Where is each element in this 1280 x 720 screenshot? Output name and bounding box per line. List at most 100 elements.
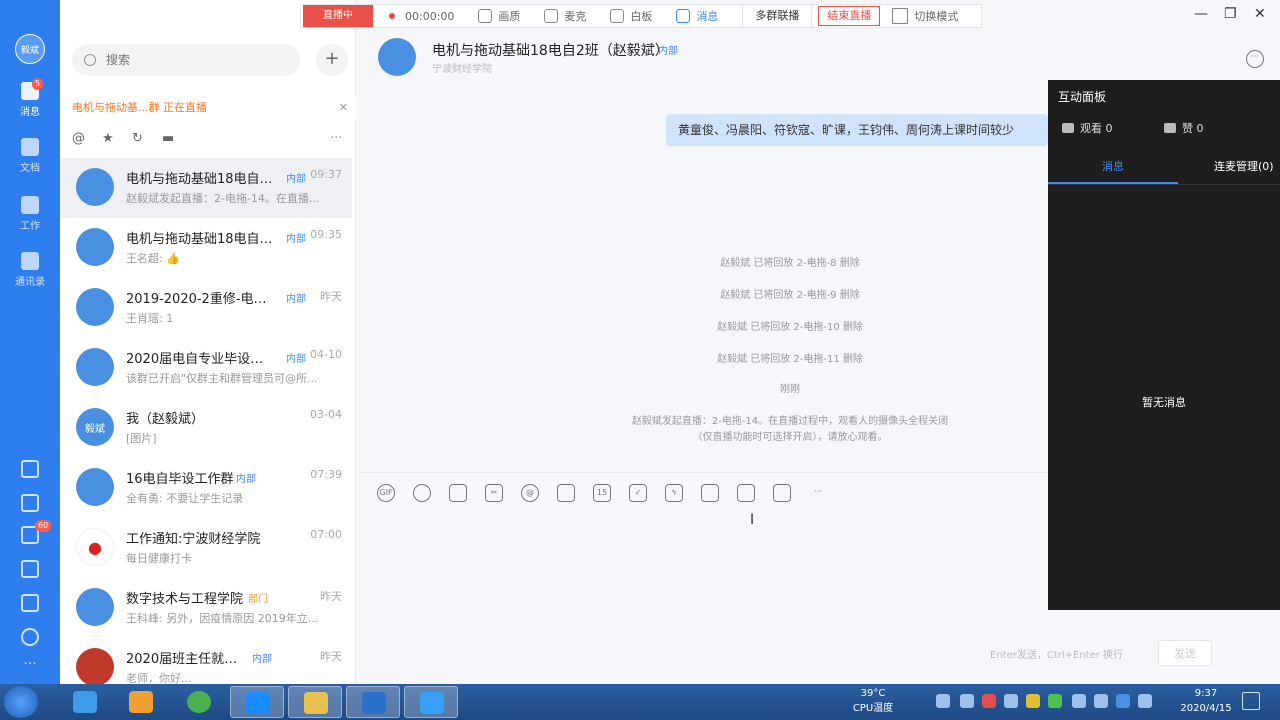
add-button[interactable]: + bbox=[316, 44, 348, 76]
send-button[interactable]: 发送 bbox=[1158, 640, 1212, 666]
taskbar-app-media[interactable] bbox=[114, 686, 168, 718]
conversation-name: 电机与拖动基础18电自2... bbox=[126, 172, 276, 187]
conversation-name: 2020届班主任就业群 bbox=[126, 652, 250, 667]
conversation-item[interactable]: 电机与拖动基础18电自1... 内部 09:35 王名超: 👍 bbox=[60, 218, 352, 278]
gif-icon[interactable]: GIF bbox=[377, 483, 395, 502]
taskbar-app-360[interactable] bbox=[172, 686, 226, 718]
conversation-time: 07:00 bbox=[310, 528, 342, 541]
end-live-button[interactable]: 结束直播 bbox=[818, 6, 881, 26]
folder-icon[interactable] bbox=[557, 483, 575, 502]
more-icon[interactable]: ··· bbox=[0, 656, 60, 672]
conversation-item[interactable]: ● 工作通知:宁波财经学院 07:00 每日健康打卡 bbox=[60, 518, 352, 578]
switch-mode-button[interactable]: 切换模式 bbox=[892, 8, 958, 24]
trash-icon[interactable]: ▬ bbox=[162, 132, 176, 146]
rail-item-work[interactable]: 工作 bbox=[0, 196, 60, 232]
likes-count: 赞 0 bbox=[1164, 120, 1204, 136]
rail-item-label: 工作 bbox=[20, 221, 40, 232]
conversation-preview: 该群已开启"仅群主和群管理员可@所... bbox=[126, 372, 318, 385]
messages-label: 消息 bbox=[696, 10, 719, 23]
mail-icon[interactable] bbox=[773, 483, 791, 502]
conversation-item[interactable]: 数字技术与工程学院 部门 昨天 王科峰: 另外，因疫情原因 2019年立... bbox=[60, 578, 352, 638]
conversation-name: 工作通知:宁波财经学院 bbox=[126, 532, 261, 547]
cpu-temp-label: CPU温度 bbox=[852, 703, 894, 714]
close-icon[interactable]: ✕ bbox=[339, 96, 348, 120]
quality-button[interactable]: 画质 bbox=[478, 8, 520, 24]
start-button[interactable] bbox=[4, 686, 38, 718]
user-avatar[interactable]: 毅斌 bbox=[15, 34, 45, 64]
scissors-icon[interactable]: ✂ bbox=[485, 483, 503, 502]
more-icon[interactable]: ··· bbox=[809, 484, 827, 502]
conversation-item[interactable]: 2019-2020-2重修-电机... 内部 昨天 王肖瑶: 1 bbox=[60, 278, 352, 338]
conversation-preview: 老师，你好... bbox=[126, 672, 192, 684]
conversation-item[interactable]: 16电自毕设工作群 内部 07:39 全有勇: 不要让学生记录 bbox=[60, 458, 352, 518]
taskbar-app-dingtalk[interactable] bbox=[230, 686, 284, 718]
rail-item-contacts[interactable]: 通讯录 bbox=[0, 252, 60, 288]
system-clock[interactable]: 9:37 2020/4/15 bbox=[1176, 686, 1236, 716]
taskbar-app-explorer[interactable] bbox=[288, 686, 342, 718]
live-notice-bar[interactable]: 电机与拖动基...群 正在直播 ✕ bbox=[60, 96, 356, 120]
system-message: 赵毅斌 已将回放 2-电拖-9 删除 bbox=[720, 290, 860, 301]
conversation-item[interactable]: 毅斌 我（赵毅斌） 03-04 [图片] bbox=[60, 398, 352, 458]
notification-icon[interactable] bbox=[1242, 692, 1260, 710]
empty-state: 暂无消息 bbox=[1142, 396, 1186, 409]
divider bbox=[1048, 184, 1280, 185]
mention-icon[interactable]: @ bbox=[72, 132, 86, 146]
multi-group-button[interactable]: 多群联播 bbox=[742, 5, 813, 27]
mic-button[interactable]: 麦克 bbox=[544, 8, 586, 24]
phone-icon[interactable] bbox=[21, 560, 39, 578]
conversation-time: 03-04 bbox=[310, 408, 342, 421]
group-avatar bbox=[76, 168, 114, 206]
network-icon[interactable] bbox=[1094, 694, 1108, 708]
todo-icon[interactable] bbox=[21, 494, 39, 512]
search-input[interactable] bbox=[106, 53, 276, 67]
tray-icon[interactable] bbox=[1026, 694, 1040, 708]
tab-mic-management[interactable]: 连麦管理(0) bbox=[1214, 158, 1274, 174]
chat-subtitle: 宁波财经学院 bbox=[432, 64, 492, 75]
conversation-tag: 部门 bbox=[248, 594, 268, 605]
lightning-icon[interactable]: ϟ bbox=[665, 483, 683, 502]
rail-item-docs[interactable]: 文档 bbox=[0, 138, 60, 174]
minimize-button[interactable]: — bbox=[1194, 6, 1208, 22]
group-avatar[interactable] bbox=[378, 38, 416, 76]
ding-icon[interactable]: 60 bbox=[21, 520, 52, 544]
rail-item-messages[interactable]: 消息 5 bbox=[0, 78, 60, 118]
tab-messages[interactable]: 消息 bbox=[1102, 158, 1124, 174]
taskbar-app-live[interactable] bbox=[404, 686, 458, 718]
maximize-button[interactable]: ❐ bbox=[1224, 6, 1237, 22]
settings-icon[interactable] bbox=[21, 628, 39, 646]
taskbar-app-ie[interactable] bbox=[58, 686, 112, 718]
live-video-icon[interactable] bbox=[737, 483, 755, 502]
volume-icon[interactable] bbox=[1138, 694, 1152, 708]
phone-icon[interactable] bbox=[701, 483, 719, 502]
conversation-item[interactable]: 2020届班主任就业群 内部 昨天 老师，你好... bbox=[60, 638, 352, 684]
thumbs-up-icon bbox=[1164, 123, 1176, 133]
conversation-item[interactable]: 电机与拖动基础18电自2... 内部 09:37 赵毅斌发起直播：2-电拖-14… bbox=[60, 158, 352, 218]
mention-icon[interactable]: @ bbox=[521, 483, 539, 502]
star-icon[interactable]: ★ bbox=[102, 132, 116, 146]
more-options-icon[interactable]: ··· bbox=[1246, 50, 1264, 68]
input-method-icon[interactable] bbox=[1116, 694, 1130, 708]
messages-button[interactable]: 消息 bbox=[676, 8, 718, 24]
tray-icon[interactable] bbox=[960, 694, 974, 708]
ding-badge: 60 bbox=[35, 520, 52, 532]
taskbar-app-word[interactable] bbox=[346, 686, 400, 718]
conversation-item[interactable]: 2020届电自专业毕设答辩... 内部 04-10 该群已开启"仅群主和群管理员… bbox=[60, 338, 352, 398]
thumbs-up-icon[interactable] bbox=[449, 483, 467, 502]
emoji-icon[interactable] bbox=[413, 483, 431, 502]
conversation-preview: [图片] bbox=[126, 432, 157, 445]
history-icon[interactable]: ↻ bbox=[132, 132, 146, 146]
calendar-icon[interactable]: 15 bbox=[593, 483, 611, 502]
search-box[interactable] bbox=[72, 44, 300, 76]
checkbox-icon[interactable]: ✓ bbox=[629, 483, 647, 502]
bluetooth-icon[interactable] bbox=[1004, 694, 1018, 708]
whiteboard-button[interactable]: 白板 bbox=[610, 8, 652, 24]
tray-expand-icon[interactable] bbox=[1072, 694, 1086, 708]
mail-icon[interactable] bbox=[21, 594, 39, 612]
tray-icon[interactable] bbox=[982, 694, 996, 708]
calendar-icon[interactable] bbox=[21, 460, 39, 478]
search-icon bbox=[84, 54, 96, 66]
more-icon[interactable]: ··· bbox=[330, 132, 344, 146]
tray-icon[interactable] bbox=[936, 694, 950, 708]
tray-icon[interactable] bbox=[1048, 694, 1062, 708]
close-window-button[interactable]: ✕ bbox=[1254, 6, 1266, 22]
